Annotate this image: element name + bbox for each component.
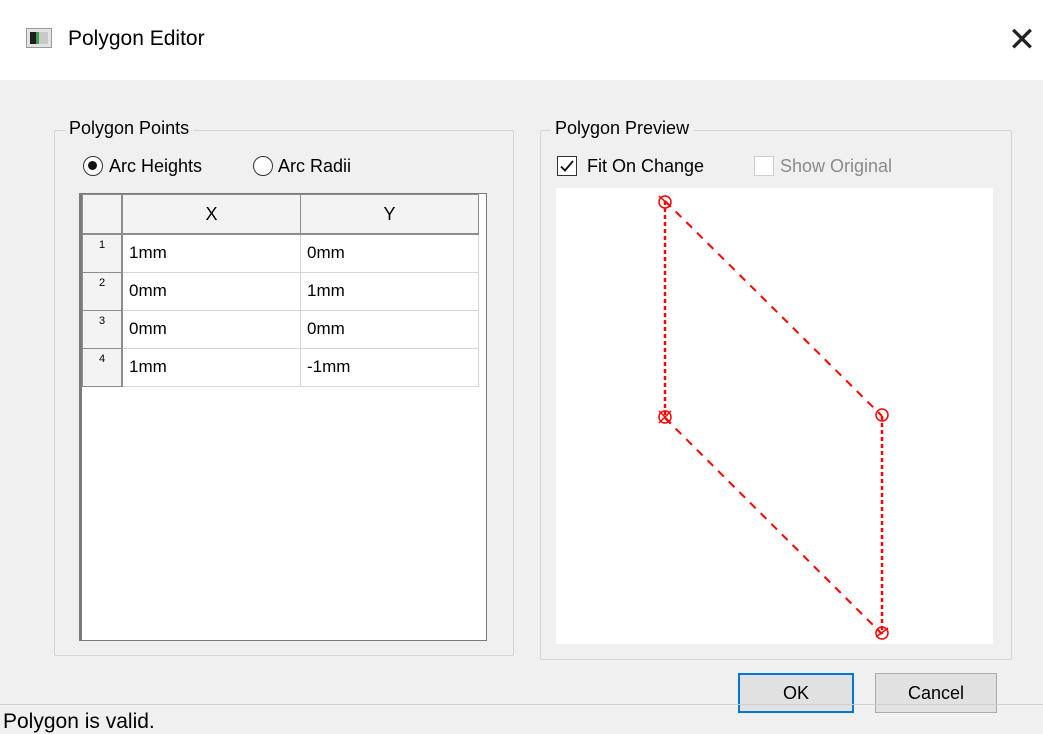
- table-row: 3 0mm 0mm: [82, 309, 479, 349]
- row-header[interactable]: 1: [82, 233, 123, 273]
- x-cell[interactable]: 0mm: [121, 271, 301, 311]
- grid-corner-cell[interactable]: [82, 194, 123, 235]
- polygon-preview-group-title: Polygon Preview: [551, 118, 694, 139]
- arc-heights-radio[interactable]: [83, 156, 103, 176]
- x-cell[interactable]: 1mm: [121, 347, 301, 387]
- y-cell[interactable]: 0mm: [300, 309, 479, 349]
- window-app-icon: [26, 28, 52, 48]
- show-original-checkbox[interactable]: [754, 156, 774, 176]
- polygon-edge: [664, 417, 883, 635]
- window-title: Polygon Editor: [68, 27, 205, 50]
- column-header-x[interactable]: X: [121, 194, 301, 235]
- status-bar: Polygon is valid.: [0, 704, 1043, 734]
- fit-on-change-label[interactable]: Fit On Change: [587, 156, 704, 177]
- column-header-y[interactable]: Y: [300, 194, 479, 235]
- table-row: 2 0mm 1mm: [82, 271, 479, 311]
- status-text: Polygon is valid.: [3, 710, 155, 733]
- x-cell[interactable]: 1mm: [121, 233, 301, 273]
- polygon-preview-canvas[interactable]: [556, 188, 993, 644]
- table-row: 1 1mm 0mm: [82, 233, 479, 273]
- close-icon[interactable]: ✕: [1002, 20, 1042, 60]
- checkmark-icon: [560, 160, 574, 172]
- show-original-label[interactable]: Show Original: [780, 156, 892, 177]
- polygon-points-grid[interactable]: X Y 1 1mm 0mm 2 0mm 1mm 3 0mm 0mm 4 1mm …: [79, 193, 487, 641]
- title-bar: Polygon Editor ✕: [0, 0, 1043, 80]
- polygon-edge: [664, 200, 883, 417]
- row-header[interactable]: 3: [82, 309, 123, 349]
- y-cell[interactable]: 0mm: [300, 233, 479, 273]
- polygon-preview-drawing: [658, 195, 889, 640]
- table-row: 4 1mm -1mm: [82, 347, 479, 387]
- points-table: X Y 1 1mm 0mm 2 0mm 1mm 3 0mm 0mm 4 1mm …: [82, 194, 479, 387]
- arc-radii-radio[interactable]: [253, 156, 273, 176]
- x-cell[interactable]: 0mm: [121, 309, 301, 349]
- polygon-points-group-title: Polygon Points: [65, 118, 194, 139]
- radio-selected-dot: [88, 161, 97, 170]
- row-header[interactable]: 2: [82, 271, 123, 311]
- y-cell[interactable]: 1mm: [300, 271, 479, 311]
- arc-radii-label[interactable]: Arc Radii: [278, 156, 351, 177]
- arc-heights-label[interactable]: Arc Heights: [109, 156, 202, 177]
- fit-on-change-checkbox[interactable]: [557, 156, 577, 176]
- row-header[interactable]: 4: [82, 347, 123, 387]
- y-cell[interactable]: -1mm: [300, 347, 479, 387]
